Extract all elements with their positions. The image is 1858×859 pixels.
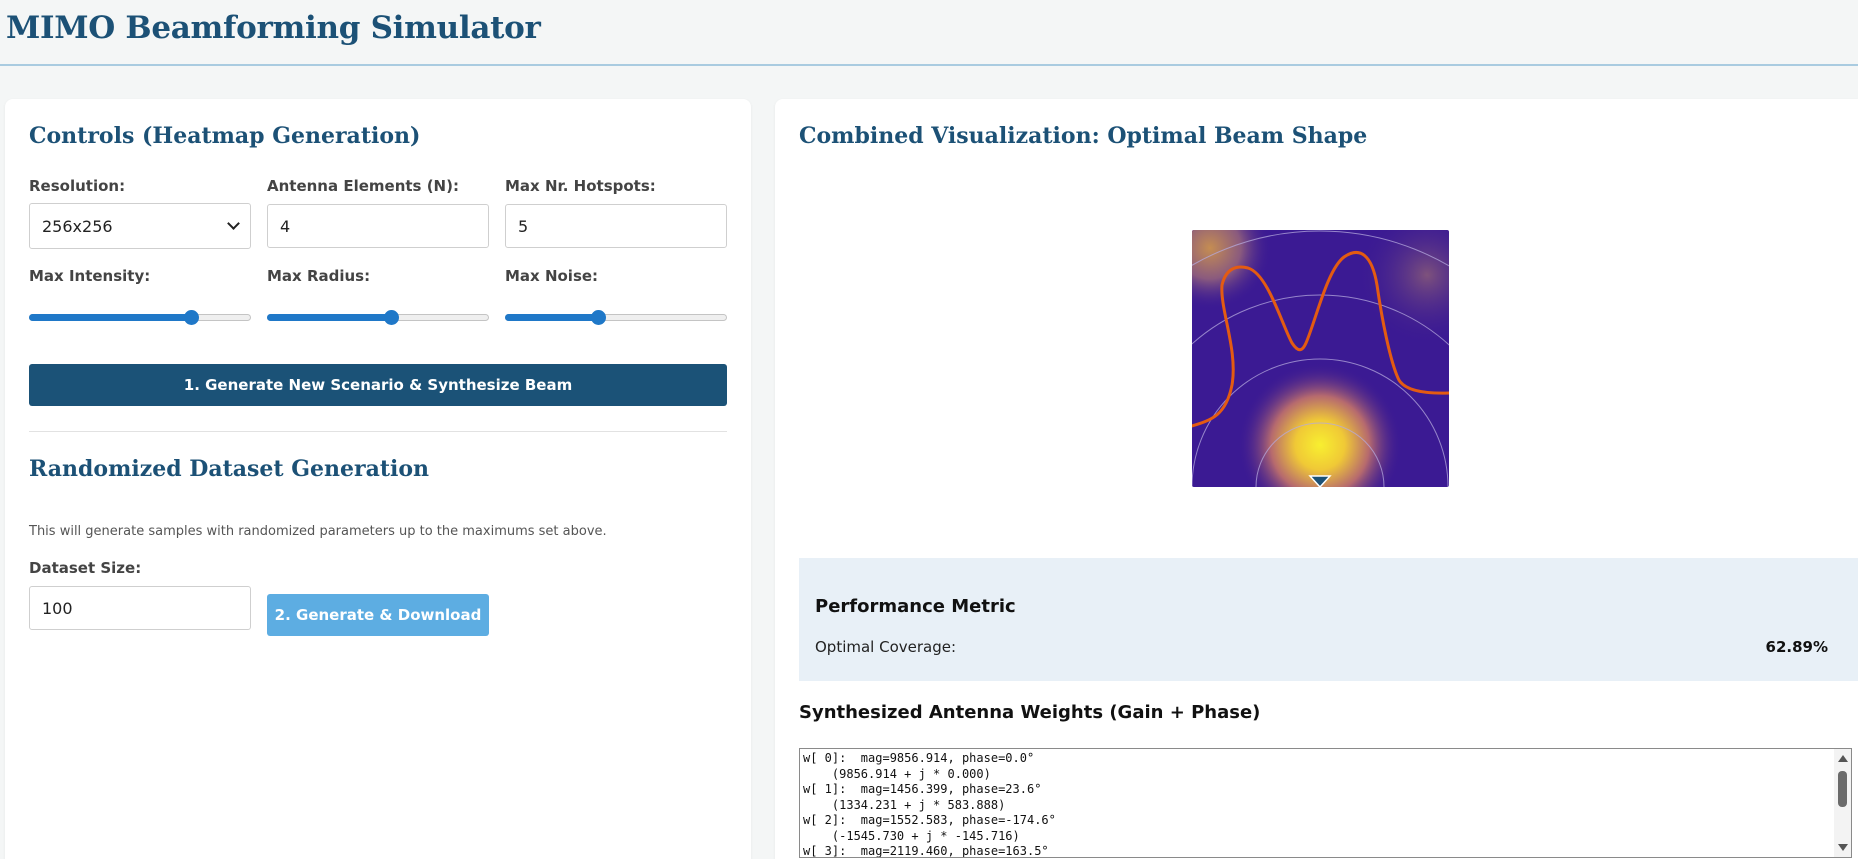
weights-title: Synthesized Antenna Weights (Gain + Phas… bbox=[799, 702, 1261, 723]
scroll-thumb[interactable] bbox=[1838, 771, 1847, 807]
coverage-label: Optimal Coverage: bbox=[815, 638, 957, 656]
resolution-label: Resolution: bbox=[29, 177, 126, 195]
generate-scenario-button[interactable]: 1. Generate New Scenario & Synthesize Be… bbox=[29, 364, 727, 406]
max-radius-slider[interactable] bbox=[267, 307, 489, 327]
max-intensity-slider[interactable] bbox=[29, 307, 251, 327]
resolution-select[interactable]: 256x256 bbox=[29, 203, 251, 249]
resolution-value: 256x256 bbox=[42, 216, 113, 236]
controls-panel: Controls (Heatmap Generation) Resolution… bbox=[5, 99, 751, 859]
antenna-elements-input[interactable] bbox=[267, 204, 489, 248]
max-noise-label: Max Noise: bbox=[505, 267, 599, 285]
max-hotspots-label: Max Nr. Hotspots: bbox=[505, 177, 656, 195]
controls-title: Controls (Heatmap Generation) bbox=[29, 123, 421, 149]
weights-scrollbar[interactable] bbox=[1834, 749, 1851, 857]
max-noise-slider-thumb[interactable] bbox=[591, 310, 607, 325]
dataset-hint: This will generate samples with randomiz… bbox=[29, 524, 607, 539]
visualization-title: Combined Visualization: Optimal Beam Sha… bbox=[799, 123, 1368, 149]
app-header: MIMO Beamforming Simulator bbox=[0, 0, 1858, 66]
app-title: MIMO Beamforming Simulator bbox=[6, 10, 541, 46]
generate-download-button[interactable]: 2. Generate & Download bbox=[267, 594, 489, 636]
chevron-down-icon bbox=[227, 217, 240, 230]
visualization-panel: Combined Visualization: Optimal Beam Sha… bbox=[775, 99, 1858, 859]
beam-visualization bbox=[1192, 230, 1449, 487]
max-noise-slider[interactable] bbox=[505, 307, 727, 327]
max-hotspots-input[interactable] bbox=[505, 204, 727, 248]
dataset-size-input[interactable] bbox=[29, 586, 251, 630]
performance-metric-title: Performance Metric bbox=[815, 596, 1016, 617]
weights-textarea[interactable]: w[ 0]: mag=9856.914, phase=0.0° (9856.91… bbox=[799, 748, 1852, 858]
max-radius-label: Max Radius: bbox=[267, 267, 371, 285]
scroll-up-icon[interactable] bbox=[1838, 755, 1848, 762]
section-divider bbox=[29, 431, 727, 432]
max-intensity-slider-thumb[interactable] bbox=[184, 310, 200, 325]
dataset-title: Randomized Dataset Generation bbox=[29, 456, 430, 482]
weights-text: w[ 0]: mag=9856.914, phase=0.0° (9856.91… bbox=[803, 751, 1056, 858]
beam-heatmap bbox=[1192, 230, 1449, 487]
max-intensity-label: Max Intensity: bbox=[29, 267, 151, 285]
antenna-elements-label: Antenna Elements (N): bbox=[267, 177, 459, 195]
scroll-down-icon[interactable] bbox=[1838, 844, 1848, 851]
coverage-value: 62.89% bbox=[1765, 638, 1828, 656]
dataset-size-label: Dataset Size: bbox=[29, 559, 142, 577]
performance-metric-box: Performance Metric Optimal Coverage: 62.… bbox=[799, 558, 1858, 681]
max-radius-slider-thumb[interactable] bbox=[384, 310, 400, 325]
